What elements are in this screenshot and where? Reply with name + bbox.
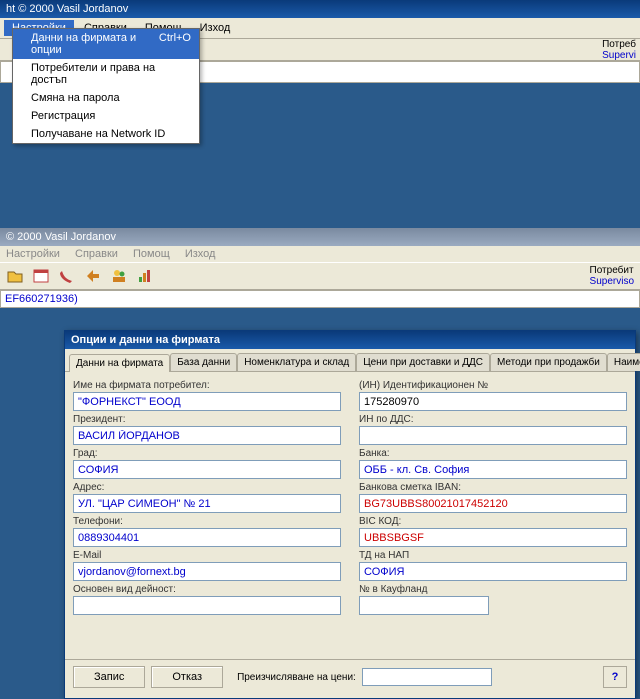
- top-user-box: Потреб Supervi: [602, 39, 636, 61]
- field-city[interactable]: [73, 460, 341, 479]
- field-activity[interactable]: [73, 596, 341, 615]
- export-icon[interactable]: [84, 267, 102, 285]
- menu2-settings[interactable]: Настройки: [6, 248, 60, 260]
- second-titlebar: © 2000 Vasil Jordanov: [0, 228, 640, 246]
- label-email: E-Mail: [73, 550, 341, 561]
- field-president[interactable]: [73, 426, 341, 445]
- dropdown-registration[interactable]: Регистрация: [13, 107, 199, 125]
- second-toolbar: Потребит Superviso: [0, 262, 640, 290]
- second-user-box: Потребит Superviso: [590, 265, 634, 287]
- tab-company-data[interactable]: Данни на фирмата: [69, 354, 170, 372]
- save-button[interactable]: Запис: [73, 666, 145, 688]
- users-icon[interactable]: [110, 267, 128, 285]
- form-left-col: Име на фирмата потребител: Президент: Гр…: [73, 378, 341, 615]
- user-value: Supervi: [602, 50, 636, 61]
- user-label: Потреб: [602, 39, 636, 50]
- dialog-form: Име на фирмата потребител: Президент: Гр…: [65, 372, 635, 619]
- cancel-button[interactable]: Отказ: [151, 666, 223, 688]
- help-button[interactable]: ?: [603, 666, 627, 688]
- label-city: Град:: [73, 448, 341, 459]
- label-bic: BIC КОД:: [359, 516, 627, 527]
- field-iban[interactable]: [359, 494, 627, 513]
- phone-icon[interactable]: [58, 267, 76, 285]
- field-id-number[interactable]: [359, 392, 627, 411]
- label-kaufland: № в Кауфланд: [359, 584, 627, 595]
- field-phones[interactable]: [73, 528, 341, 547]
- label-iban: Банкова сметка IBAN:: [359, 482, 627, 493]
- label-nap: ТД на НАП: [359, 550, 627, 561]
- recalc-label: Преизчисляване на цени:: [237, 672, 356, 683]
- label-address: Адрес:: [73, 482, 341, 493]
- label-vat-id: ИН по ДДС:: [359, 414, 627, 425]
- label-activity: Основен вид дейност:: [73, 584, 341, 595]
- label-president: Президент:: [73, 414, 341, 425]
- user2-label: Потребит: [590, 265, 634, 276]
- top-window: ht © 2000 Vasil Jordanov Настройки Справ…: [0, 0, 640, 83]
- dialog-tabs: Данни на фирмата База данни Номенклатура…: [65, 349, 635, 372]
- field-kaufland[interactable]: [359, 596, 489, 615]
- second-menubar: Настройки Справки Помощ Изход: [0, 246, 640, 262]
- top-titlebar: ht © 2000 Vasil Jordanov: [0, 0, 640, 18]
- second-window: © 2000 Vasil Jordanov Настройки Справки …: [0, 228, 640, 308]
- field-address[interactable]: [73, 494, 341, 513]
- label-id-number: (ИН) Идентификационен №: [359, 380, 627, 391]
- dropdown-shortcut: Ctrl+O: [159, 32, 191, 56]
- second-strip: EF660271936): [0, 290, 640, 308]
- label-bank: Банка:: [359, 448, 627, 459]
- chart-icon[interactable]: [136, 267, 154, 285]
- label-company-name: Име на фирмата потребител:: [73, 380, 341, 391]
- dialog-title: Опции и данни на фирмата: [65, 331, 635, 349]
- field-bank[interactable]: [359, 460, 627, 479]
- field-bic[interactable]: [359, 528, 627, 547]
- field-email[interactable]: [73, 562, 341, 581]
- field-vat-id[interactable]: [359, 426, 627, 445]
- dialog-bottom: Запис Отказ Преизчисляване на цени: ?: [65, 659, 635, 698]
- open-file-icon[interactable]: [6, 267, 24, 285]
- tab-nomenclature[interactable]: Номенклатура и склад: [237, 353, 356, 371]
- label-phones: Телефони:: [73, 516, 341, 527]
- settings-dropdown: Данни на фирмата и опции Ctrl+O Потребит…: [12, 28, 200, 144]
- field-company-name[interactable]: [73, 392, 341, 411]
- calendar-icon[interactable]: [32, 267, 50, 285]
- menu2-reports[interactable]: Справки: [75, 248, 118, 260]
- form-right-col: (ИН) Идентификационен № ИН по ДДС: Банка…: [359, 378, 627, 615]
- dropdown-change-password[interactable]: Смяна на парола: [13, 89, 199, 107]
- menu2-help[interactable]: Помощ: [133, 248, 170, 260]
- tab-database[interactable]: База данни: [170, 353, 237, 371]
- dropdown-users-rights[interactable]: Потребители и права на достъп: [13, 59, 199, 89]
- dropdown-label: Данни на фирмата и опции: [31, 32, 159, 56]
- field-nap[interactable]: [359, 562, 627, 581]
- menu2-exit[interactable]: Изход: [185, 248, 216, 260]
- user2-value: Superviso: [590, 276, 634, 287]
- tab-namings[interactable]: Наименования: [607, 353, 640, 371]
- company-dialog: Опции и данни на фирмата Данни на фирмат…: [64, 330, 636, 699]
- recalc-select[interactable]: [362, 668, 492, 686]
- tab-sales-methods[interactable]: Методи при продажби: [490, 353, 607, 371]
- tab-prices-vat[interactable]: Цени при доставки и ДДС: [356, 353, 490, 371]
- dropdown-company-data[interactable]: Данни на фирмата и опции Ctrl+O: [13, 29, 199, 59]
- dropdown-network-id[interactable]: Получаване на Network ID: [13, 125, 199, 143]
